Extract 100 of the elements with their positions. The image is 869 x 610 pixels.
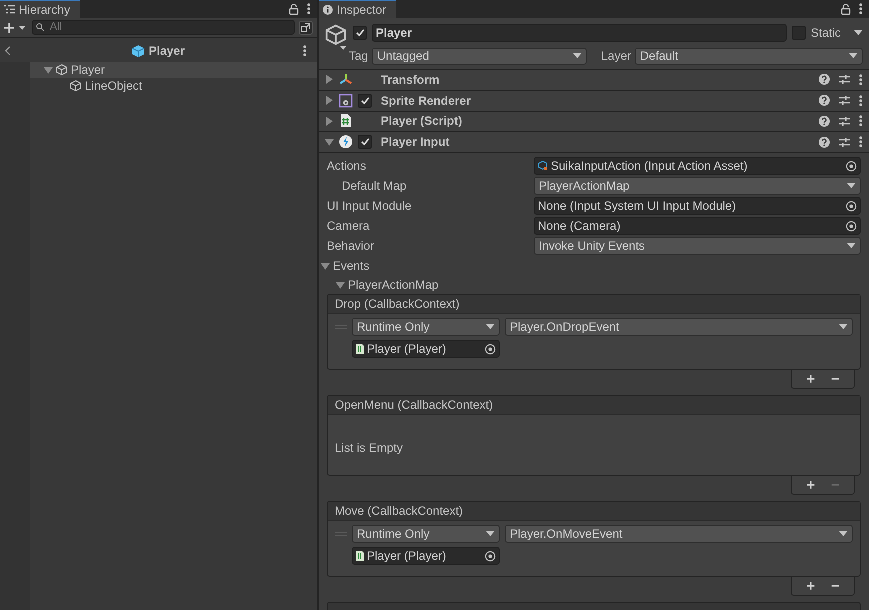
dropdown[interactable]: Invoke Unity Events (534, 237, 861, 255)
property-label: Behavior (327, 238, 376, 255)
more-icon[interactable] (859, 74, 863, 86)
checkmark-icon (360, 96, 370, 105)
dropdown[interactable]: Runtime Only (352, 318, 500, 336)
more-icon[interactable] (859, 136, 863, 148)
object-field[interactable]: SuikaInputAction (Input Action Asset) (534, 157, 861, 175)
expand-arrow-icon[interactable] (44, 66, 53, 74)
event-title: Move (CallbackContext) (328, 502, 860, 521)
expand-arrow-icon[interactable] (325, 75, 334, 84)
remove-button[interactable]: − (825, 578, 846, 594)
help-icon[interactable] (819, 95, 830, 106)
enable-checkbox[interactable] (358, 94, 372, 108)
dropdown[interactable]: PlayerActionMap (534, 177, 861, 195)
expand-arrow-icon[interactable] (325, 138, 334, 147)
back-icon[interactable] (5, 46, 11, 56)
expand-arrow-icon[interactable] (321, 262, 330, 270)
input-icon (339, 135, 353, 150)
object-field[interactable]: None (Input System UI Input Module) (534, 197, 861, 215)
hierarchy-tab[interactable]: Hierarchy (0, 0, 80, 18)
dropdown-caret-icon[interactable] (854, 30, 863, 36)
dropdown-caret-icon (573, 53, 582, 59)
scene-title: Player (148, 43, 186, 60)
help-icon[interactable] (819, 136, 830, 148)
tree-item-label[interactable]: LineObject (85, 77, 142, 95)
dropdown-caret-icon (839, 324, 848, 330)
script-icon (356, 344, 364, 354)
component-header[interactable]: Player Input (319, 132, 869, 153)
component-name: Sprite Renderer (381, 92, 472, 110)
object-field[interactable]: None (Camera) (534, 217, 861, 235)
property-label: Camera (327, 218, 371, 235)
maximize-icon[interactable] (299, 20, 313, 34)
action-map-label[interactable]: PlayerActionMap (348, 276, 439, 294)
component-name: Transform (381, 72, 440, 89)
active-checkbox[interactable] (353, 26, 367, 40)
cube-icon (70, 80, 82, 92)
property-label: UI Input Module (327, 198, 413, 215)
tag-dropdown[interactable]: Untagged (372, 48, 588, 64)
dropdown[interactable]: Player.OnDropEvent (505, 318, 853, 336)
object-picker-icon[interactable] (485, 344, 496, 354)
more-icon[interactable] (859, 115, 863, 128)
add-button[interactable]: + (800, 478, 822, 492)
name-field[interactable]: Player (372, 24, 787, 42)
expand-arrow-icon[interactable] (336, 280, 345, 290)
sliders-icon[interactable] (839, 136, 850, 148)
layer-dropdown[interactable]: Default (635, 48, 863, 64)
expand-arrow-icon[interactable] (325, 96, 334, 106)
search-field[interactable]: All (32, 20, 295, 35)
checkmark-icon (360, 138, 370, 146)
dropdown-caret-icon (847, 183, 856, 189)
dropdown[interactable]: Player.OnMoveEvent (505, 525, 853, 543)
component-header[interactable]: Player (Script) (319, 112, 869, 132)
object-field[interactable]: Player (Player) (352, 340, 500, 358)
object-picker-icon[interactable] (846, 160, 857, 172)
enable-checkbox[interactable] (358, 135, 372, 150)
sliders-icon[interactable] (839, 116, 850, 127)
more-icon[interactable] (307, 3, 311, 15)
help-icon[interactable] (819, 74, 830, 86)
more-icon[interactable] (859, 3, 863, 15)
object-picker-icon[interactable] (485, 550, 496, 562)
tag-label: Tag (349, 48, 368, 65)
property-label: Default Map (341, 178, 408, 195)
dropdown[interactable]: Runtime Only (352, 525, 500, 543)
object-field[interactable]: Player (Player) (352, 547, 500, 565)
static-label: Static (810, 25, 841, 42)
dropdown-caret-icon (839, 531, 848, 537)
help-icon[interactable] (819, 116, 830, 127)
remove-button[interactable]: − (825, 372, 846, 386)
info-icon (323, 4, 333, 14)
tree-item-label[interactable]: Player (71, 61, 106, 79)
sprite-icon (339, 94, 353, 108)
expand-arrow-icon[interactable] (325, 116, 334, 126)
dropdown-caret-icon (847, 243, 856, 249)
object-picker-icon[interactable] (846, 200, 857, 212)
script-icon (356, 551, 364, 561)
object-picker-icon[interactable] (846, 220, 857, 232)
more-icon[interactable] (859, 94, 863, 107)
inspector-tab[interactable]: Inspector (319, 0, 396, 18)
event-title: Drop (CallbackContext) (328, 295, 860, 314)
lock-icon[interactable] (841, 4, 851, 14)
event-title: OpenMenu (CallbackContext) (328, 396, 860, 415)
sliders-icon[interactable] (839, 95, 850, 106)
transform-icon (339, 72, 353, 87)
add-button[interactable]: + (800, 578, 822, 594)
component-name: Player (Script) (381, 113, 462, 130)
more-icon[interactable] (303, 45, 307, 57)
dropdown-caret-icon (486, 324, 495, 330)
dropdown-caret-icon[interactable] (340, 46, 347, 50)
dropdown-caret-icon (486, 531, 495, 537)
section-label[interactable]: Events (333, 257, 370, 275)
add-dropdown-icon[interactable] (4, 22, 28, 34)
add-button[interactable]: + (800, 372, 822, 386)
static-checkbox[interactable] (792, 26, 806, 40)
sliders-icon[interactable] (839, 74, 850, 86)
prefab-cube-icon (132, 44, 145, 58)
component-name: Player Input (381, 134, 450, 152)
empty-list-text: List is Empty (335, 440, 404, 457)
lock-icon[interactable] (289, 4, 299, 14)
dropdown-caret-icon (849, 53, 858, 59)
cube-icon (56, 64, 68, 76)
